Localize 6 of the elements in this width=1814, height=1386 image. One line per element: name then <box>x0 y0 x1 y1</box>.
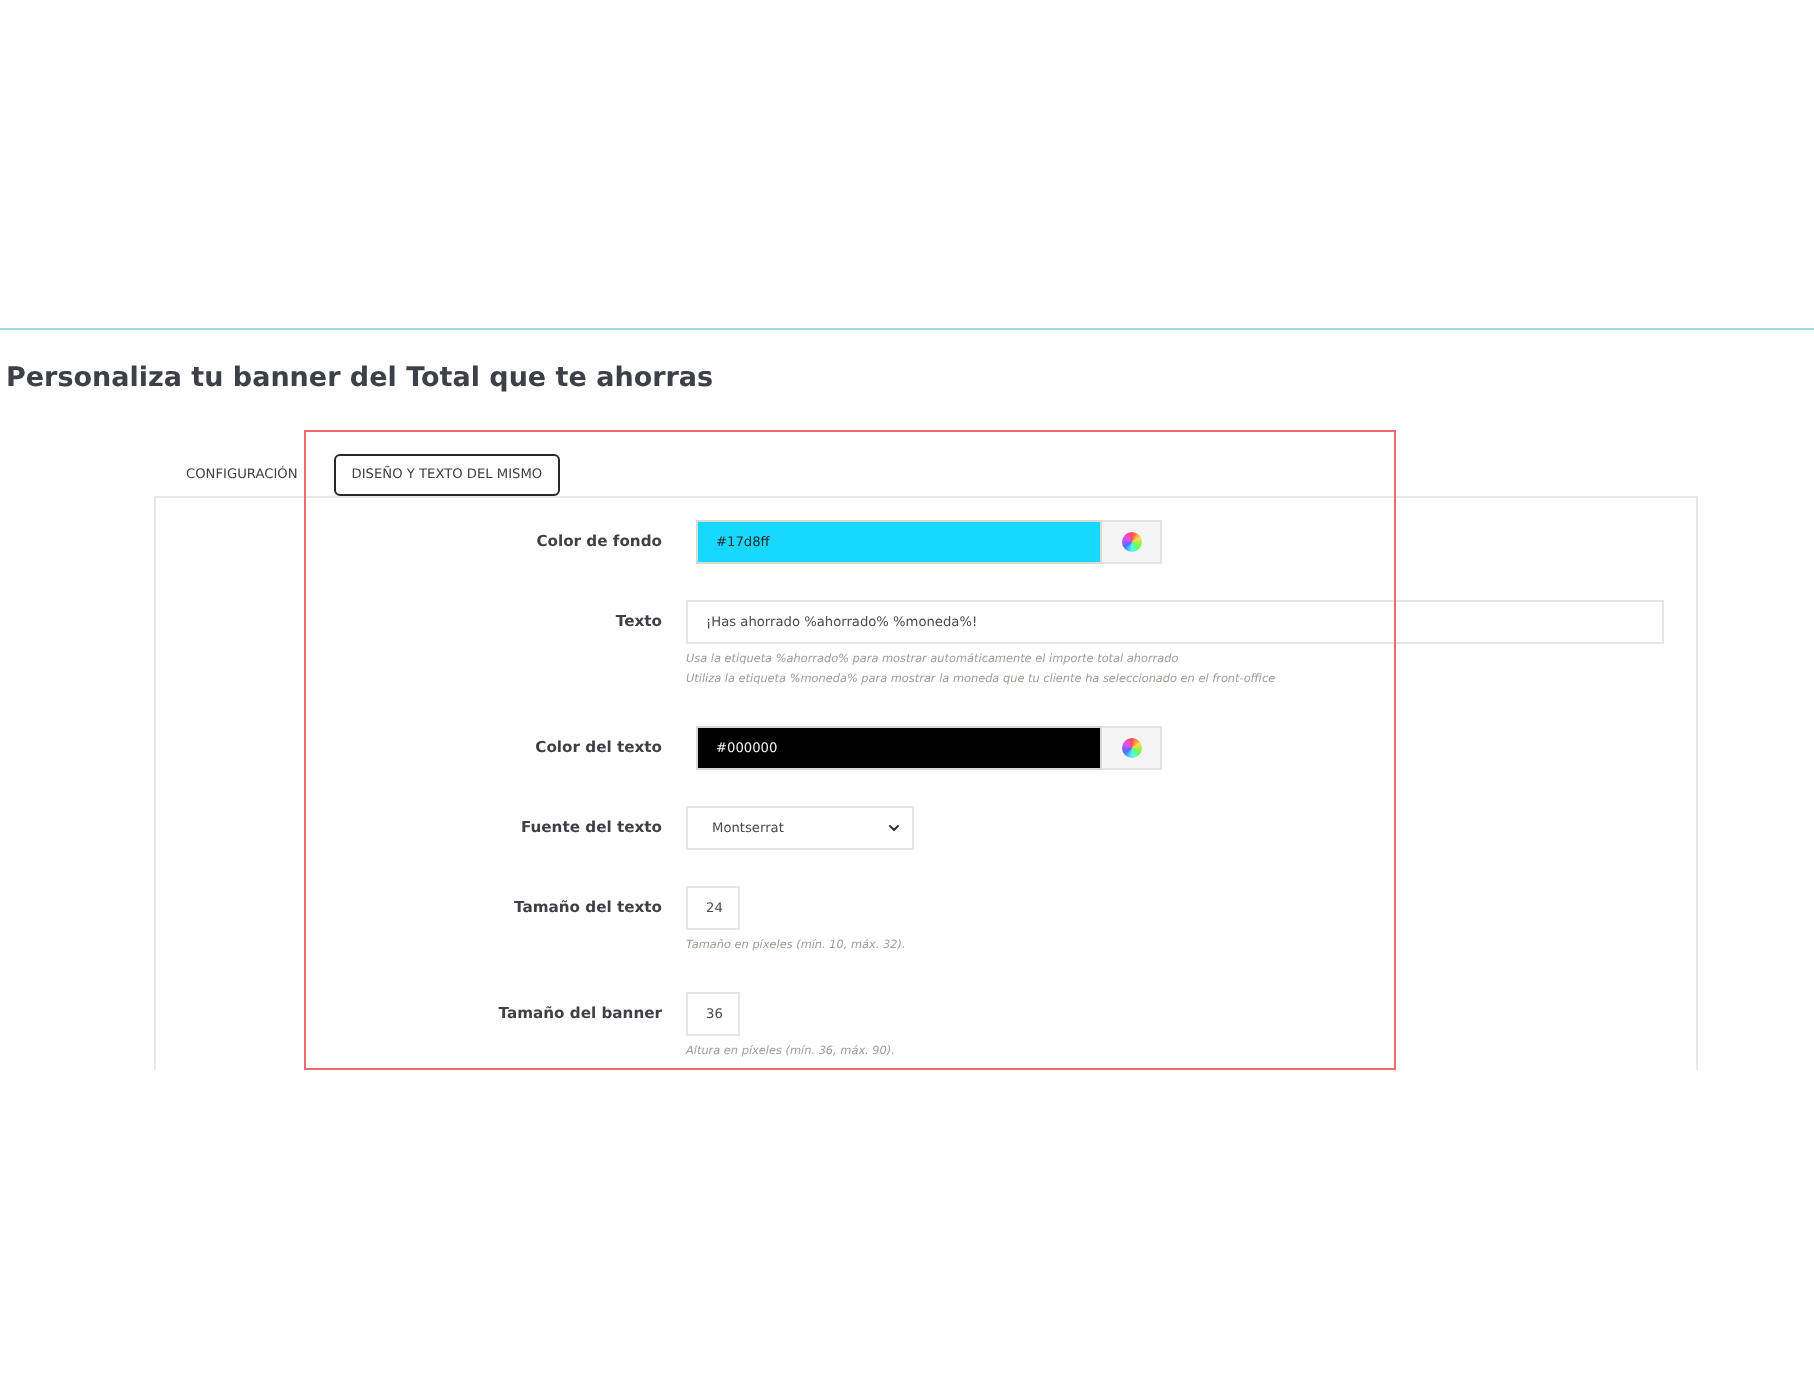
color-wheel-icon <box>1121 532 1141 552</box>
color-picker-button[interactable] <box>1102 520 1162 564</box>
color-picker-button[interactable] <box>1102 726 1162 770</box>
chevron-down-icon <box>886 820 902 836</box>
color-wheel-icon <box>1121 738 1141 758</box>
page-title: Personaliza tu banner del Total que te ahorras <box>6 362 714 394</box>
